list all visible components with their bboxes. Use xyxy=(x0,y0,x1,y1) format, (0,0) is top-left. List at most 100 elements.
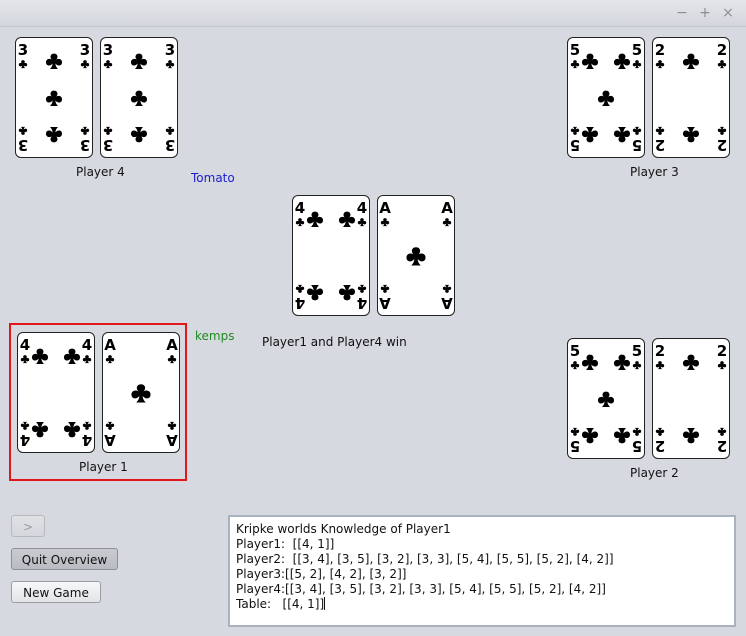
player2-card-1: 5 5 5 5 xyxy=(567,338,645,459)
club-icon xyxy=(45,127,63,143)
card-rank-label: A xyxy=(104,336,116,354)
club-icon xyxy=(63,348,81,364)
card-rank-label: 5 xyxy=(632,41,642,59)
card-face: 5 5 5 5 xyxy=(570,41,642,154)
club-icon xyxy=(655,126,665,135)
club-icon xyxy=(655,361,665,370)
club-icon xyxy=(18,60,28,69)
club-icon xyxy=(105,421,115,430)
card-rank-label: 2 xyxy=(717,136,727,154)
club-icon xyxy=(295,218,305,227)
card-rank-label: A xyxy=(441,199,453,217)
club-icon xyxy=(130,127,148,143)
quit-overview-button[interactable]: Quit Overview xyxy=(11,548,118,570)
card-face: A A A A xyxy=(379,199,453,312)
card-rank-label: 2 xyxy=(717,41,727,59)
club-icon xyxy=(103,126,113,135)
player4-card-1: 3 3 3 3 xyxy=(15,37,93,158)
club-icon xyxy=(570,361,580,370)
card-face: 4 4 4 4 xyxy=(295,199,367,312)
card-rank-label: 4 xyxy=(295,199,305,217)
card-rank-label: A xyxy=(104,431,116,449)
card-rank-label: A xyxy=(166,336,178,354)
card-rank-label: 5 xyxy=(570,437,580,455)
club-icon xyxy=(80,60,90,69)
club-icon xyxy=(31,348,49,364)
card-rank-label: 3 xyxy=(80,41,90,59)
player3-label: Player 3 xyxy=(630,165,679,179)
card-rank-label: 4 xyxy=(20,431,30,449)
club-icon xyxy=(613,53,631,69)
card-rank-label: 3 xyxy=(80,136,90,154)
club-icon xyxy=(105,355,115,364)
player2-card-2: 2 2 2 2 xyxy=(652,338,730,459)
club-icon xyxy=(682,354,700,370)
club-icon xyxy=(613,354,631,370)
club-icon xyxy=(165,60,175,69)
player4-card-2: 3 3 3 3 xyxy=(100,37,178,158)
club-icon xyxy=(442,218,452,227)
knowledge-line-player3: Player3:[[5, 2], [4, 2], [3, 2]] xyxy=(236,567,407,581)
club-icon xyxy=(655,427,665,436)
knowledge-line-table: Table: [[4, 1]] xyxy=(236,597,325,611)
knowledge-textarea[interactable]: Kripke worlds Knowledge of Player1 Playe… xyxy=(228,515,736,627)
card-rank-label: 3 xyxy=(18,41,28,59)
title-bar: − + × xyxy=(0,0,746,27)
club-icon xyxy=(597,90,615,106)
club-icon xyxy=(406,247,426,266)
card-rank-label: 5 xyxy=(632,437,642,455)
card-face: A A A A xyxy=(104,336,178,449)
club-icon xyxy=(45,53,63,69)
knowledge-title: Kripke worlds Knowledge of Player1 xyxy=(236,522,451,536)
club-icon xyxy=(613,127,631,143)
player1-card-2[interactable]: A A A A xyxy=(102,332,180,453)
card-face: 5 5 5 5 xyxy=(570,342,642,455)
club-icon xyxy=(632,361,642,370)
card-rank-label: 4 xyxy=(295,294,305,312)
card-rank-label: 4 xyxy=(82,336,92,354)
club-icon xyxy=(357,218,367,227)
player2-label: Player 2 xyxy=(630,466,679,480)
club-icon xyxy=(80,126,90,135)
next-button[interactable]: > xyxy=(11,515,45,537)
player3-card-2: 2 2 2 2 xyxy=(652,37,730,158)
card-rank-label: A xyxy=(379,294,391,312)
club-icon xyxy=(165,126,175,135)
text-caret xyxy=(324,597,326,610)
player1-card-1[interactable]: 4 4 4 4 xyxy=(17,332,95,453)
club-icon xyxy=(357,284,367,293)
card-rank-label: 3 xyxy=(18,136,28,154)
club-icon xyxy=(570,126,580,135)
club-icon xyxy=(167,355,177,364)
club-icon xyxy=(131,384,151,403)
new-game-button[interactable]: New Game xyxy=(11,581,101,603)
club-icon xyxy=(682,53,700,69)
card-rank-label: 4 xyxy=(82,431,92,449)
table-card-2: A A A A xyxy=(377,195,455,316)
club-icon xyxy=(442,284,452,293)
maximize-button[interactable]: + xyxy=(696,4,714,22)
club-icon xyxy=(632,427,642,436)
knowledge-line-player4: Player4:[[3, 4], [3, 5], [3, 2], [3, 3],… xyxy=(236,582,606,596)
club-icon xyxy=(338,211,356,227)
card-rank-label: 5 xyxy=(570,342,580,360)
club-icon xyxy=(581,127,599,143)
close-button[interactable]: × xyxy=(719,4,737,22)
club-icon xyxy=(18,126,28,135)
club-icon xyxy=(581,428,599,444)
card-rank-label: 2 xyxy=(655,437,665,455)
club-icon xyxy=(717,361,727,370)
club-icon xyxy=(717,60,727,69)
card-face: 3 3 3 3 xyxy=(103,41,175,154)
card-rank-label: 3 xyxy=(103,41,113,59)
card-rank-label: 2 xyxy=(655,342,665,360)
player4-name: Tomato xyxy=(191,171,235,185)
player1-name: kemps xyxy=(195,329,235,343)
club-icon xyxy=(82,355,92,364)
club-icon xyxy=(338,285,356,301)
card-rank-label: 3 xyxy=(165,136,175,154)
card-rank-label: 5 xyxy=(570,136,580,154)
knowledge-line-player1: Player1: [[4, 1]] xyxy=(236,537,335,551)
club-icon xyxy=(82,421,92,430)
minimize-button[interactable]: − xyxy=(673,4,691,22)
